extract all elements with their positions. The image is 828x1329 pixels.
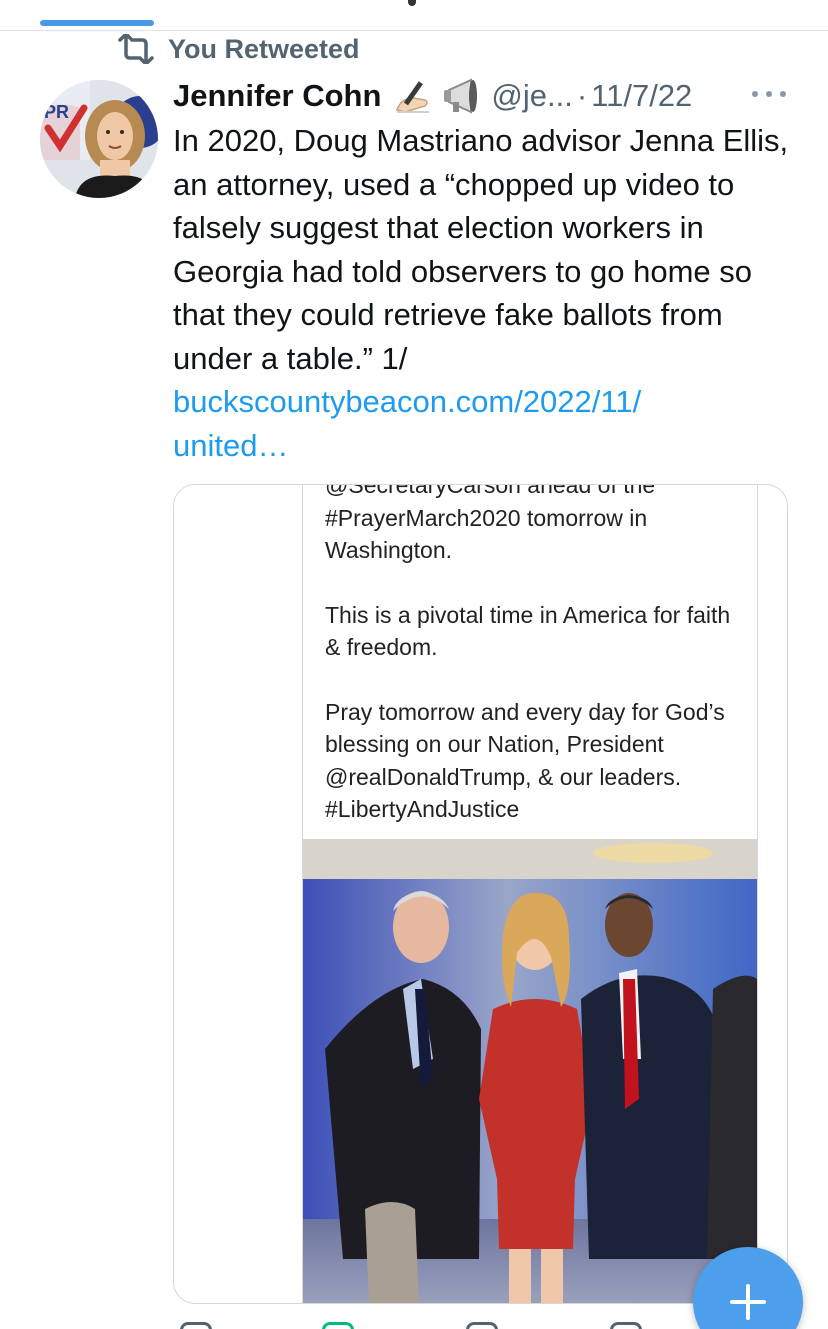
embedded-line-cut: @SecretaryCarson ahead of the (325, 484, 656, 498)
plus-icon (730, 1284, 766, 1320)
timeline-screen: You Retweeted PR Jennifer Cohn @je... · … (0, 0, 828, 1329)
embedded-para-2: This is a pivotal time in America for fa… (325, 601, 731, 661)
tweet-text: In 2020, Doug Mastriano advisor Jenna El… (173, 123, 789, 376)
megaphone-emoji (444, 78, 478, 114)
share-icon[interactable] (610, 1322, 642, 1329)
avatar-image: PR (40, 80, 158, 198)
embedded-photo (303, 839, 757, 1303)
retweet-action-icon[interactable] (322, 1322, 354, 1329)
embedded-screenshot: @SecretaryCarson ahead of the #PrayerMar… (302, 484, 758, 1303)
more-options-icon[interactable] (752, 82, 786, 106)
tweet-link[interactable]: buckscountybeacon.com/2022/11/ united… (173, 380, 803, 467)
tweet-date[interactable]: 11/7/22 (591, 78, 692, 114)
active-tab-indicator (40, 20, 154, 26)
tweet-body: In 2020, Doug Mastriano advisor Jenna El… (173, 119, 803, 467)
retweet-label: You Retweeted (168, 33, 360, 64)
retweet-banner: You Retweeted (116, 32, 360, 66)
header-cut-glyph (408, 0, 416, 6)
like-icon[interactable] (466, 1322, 498, 1329)
writing-hand-emoji (396, 81, 430, 113)
author-name[interactable]: Jennifer Cohn (173, 78, 381, 114)
tweet-link-line-1[interactable]: buckscountybeacon.com/2022/11/ (173, 384, 641, 419)
embedded-tweet-text: @SecretaryCarson ahead of the #PrayerMar… (325, 484, 745, 858)
svg-text:PR: PR (44, 102, 69, 122)
avatar[interactable]: PR (40, 80, 158, 198)
media-card[interactable]: @SecretaryCarson ahead of the #PrayerMar… (173, 484, 788, 1304)
embedded-line-3: Washington. (325, 537, 452, 563)
reply-icon[interactable] (180, 1322, 212, 1329)
embedded-para-3: Pray tomorrow and every day for God’s bl… (325, 698, 725, 823)
photo-of-three-people (303, 839, 757, 1303)
header-divider (0, 30, 828, 31)
retweet-icon (118, 34, 154, 64)
tweet-link-line-2[interactable]: united… (173, 428, 288, 463)
embedded-line-2: #PrayerMarch2020 tomorrow in (325, 504, 648, 531)
tweet-header: Jennifer Cohn @je... · 11/7/22 (173, 74, 692, 118)
author-handle[interactable]: @je... (491, 78, 572, 114)
header-separator: · (576, 78, 588, 113)
